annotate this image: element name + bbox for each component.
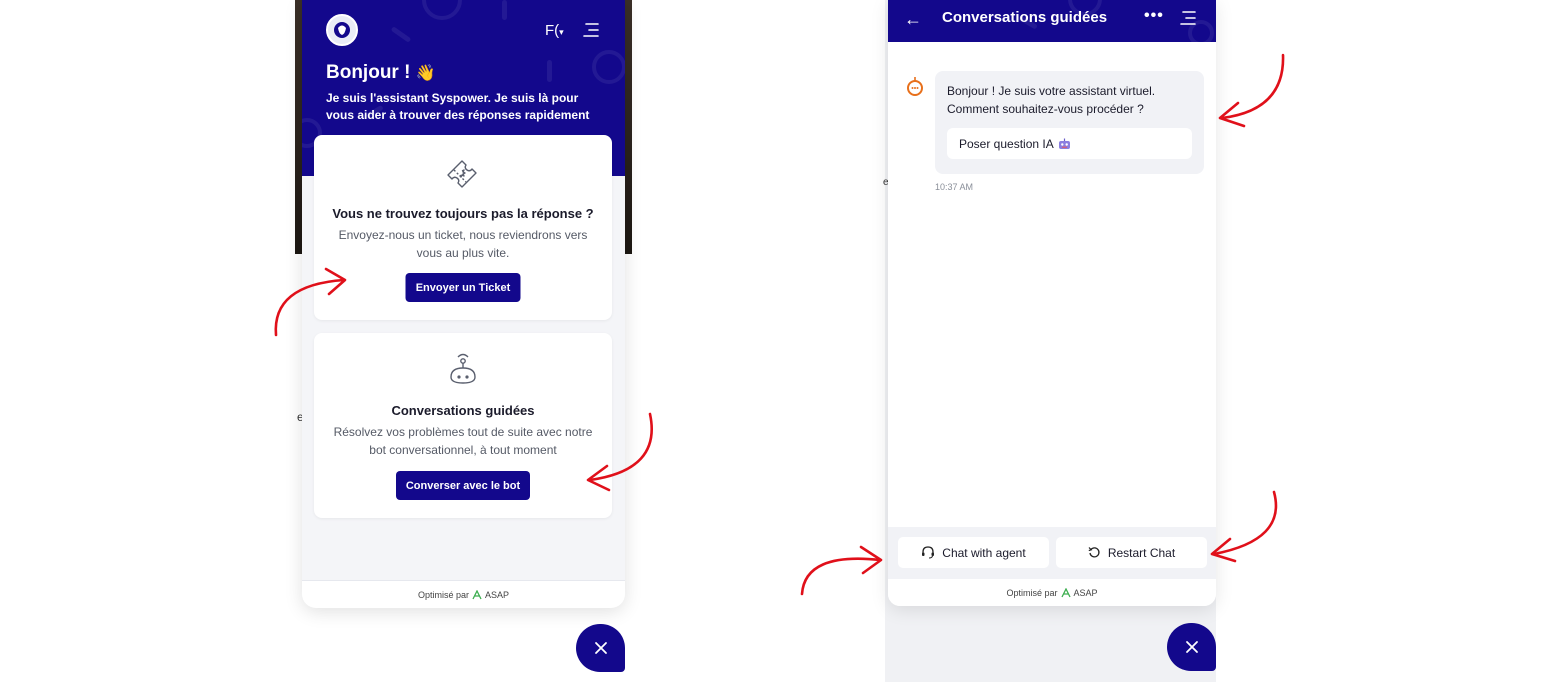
annotation-arrow-agent <box>800 557 882 596</box>
annotation-arrows <box>274 53 1285 596</box>
screenshot-stage: e F(▾ Bonjour ! 👋 Je suis l'assistant Sy… <box>0 0 1541 682</box>
